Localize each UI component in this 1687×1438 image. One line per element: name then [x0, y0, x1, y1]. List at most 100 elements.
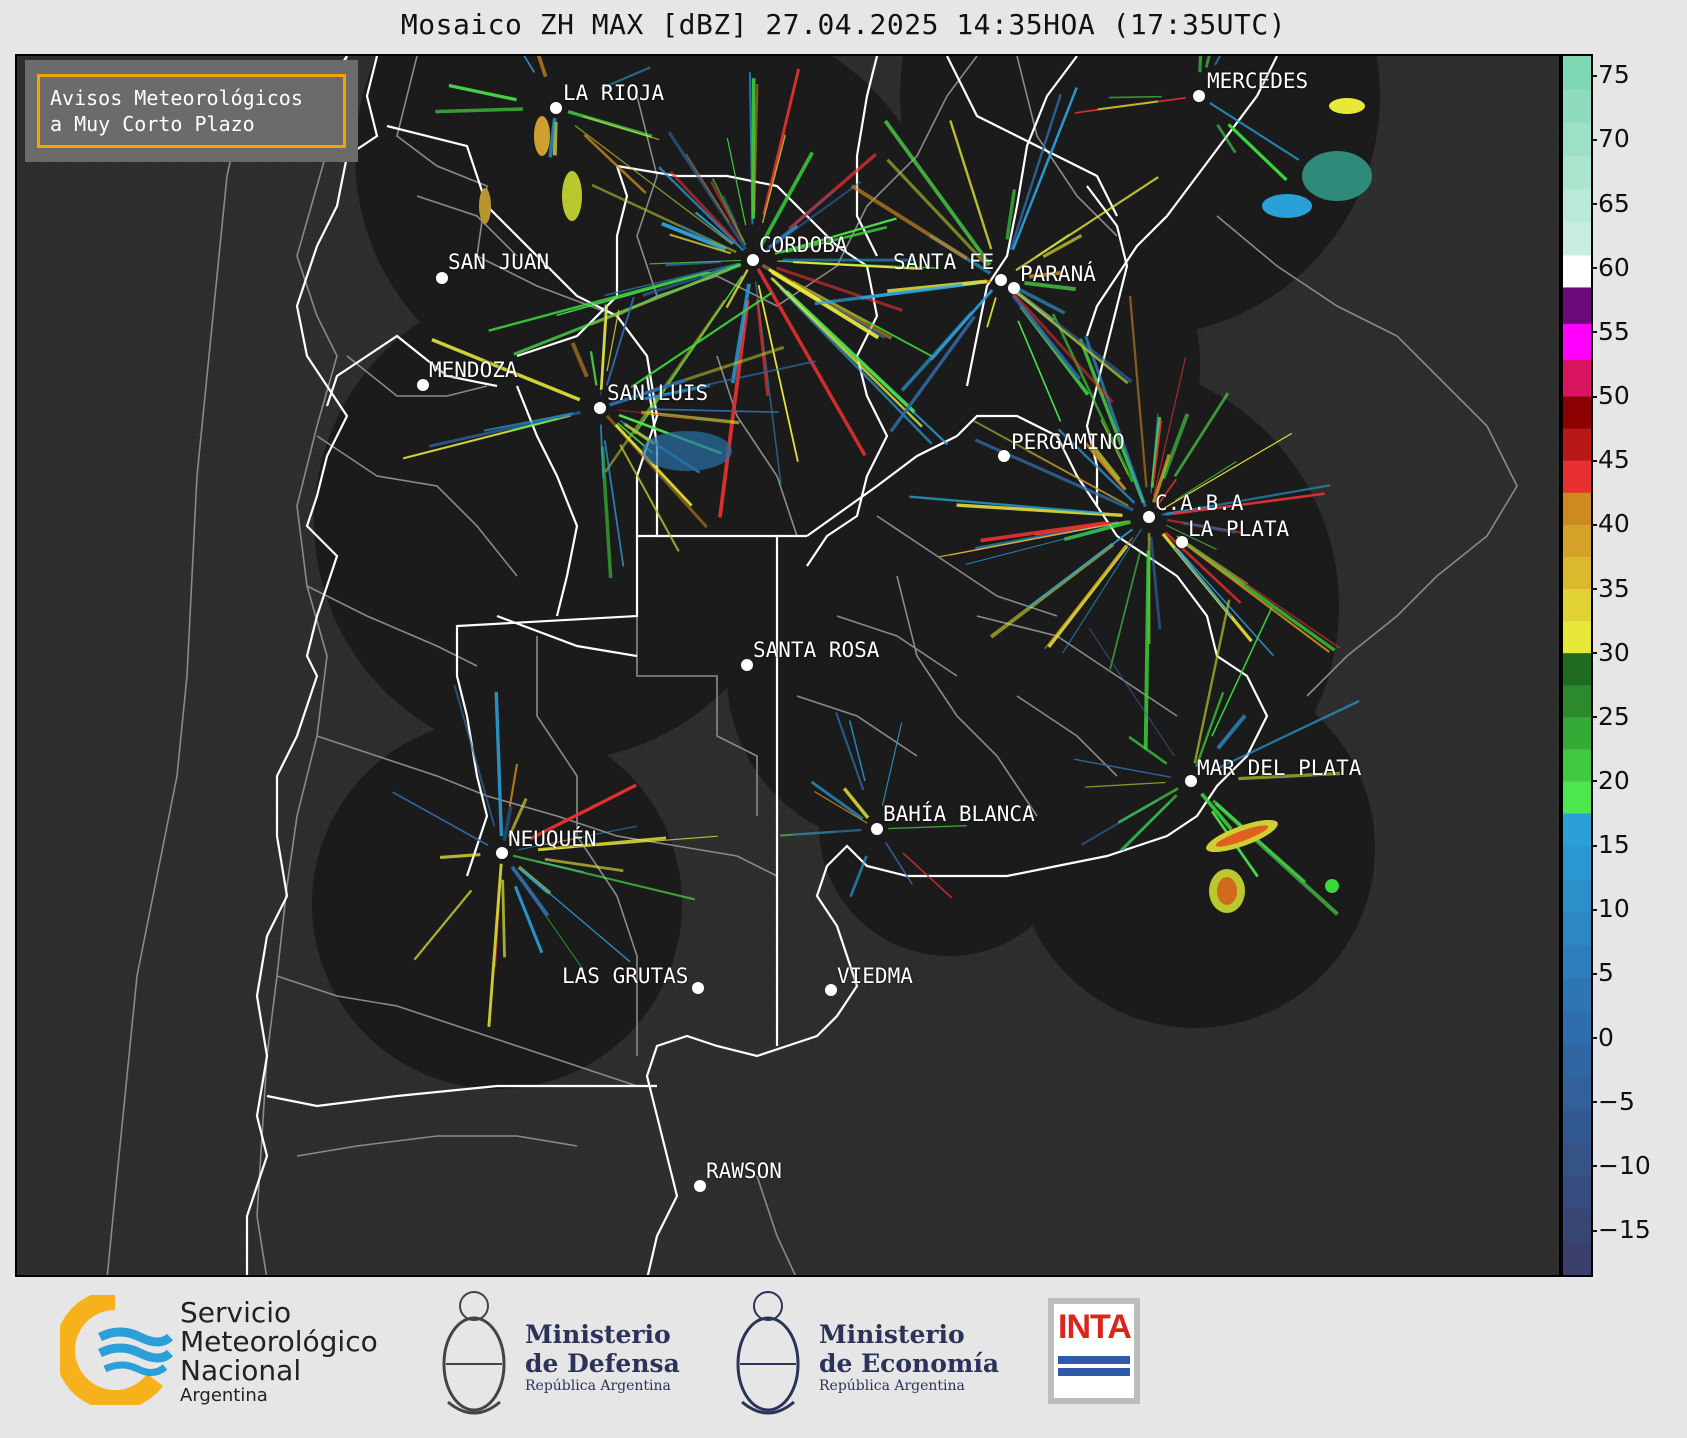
colorbar-tick-label: 30: [1591, 637, 1630, 667]
defensa-line-3: República Argentina: [525, 1378, 671, 1394]
colorbar-tick-label: 5: [1591, 958, 1614, 988]
colorbar-band-3-0: [1563, 460, 1591, 493]
colorbar-tick-label: 20: [1591, 765, 1630, 795]
colorbar-band-0-7: [1563, 1011, 1591, 1045]
colorbar-band-6-4: [1563, 89, 1591, 123]
city-label-la-plata: LA PLATA: [1188, 517, 1290, 541]
notice-frame: Avisos Meteorológicos a Muy Corto Plazo: [37, 74, 346, 148]
colorbar-band-6-0: [1563, 221, 1591, 256]
colorbar-tick-label: 75: [1591, 60, 1630, 90]
colorbar-band-0-10: [1563, 912, 1591, 946]
smn-logo-text: Servicio Meteorológico Nacional Argentin…: [180, 1298, 378, 1407]
city-label-neuquen: NEUQUÉN: [508, 827, 597, 851]
colorbar-tick-label: 15: [1591, 830, 1630, 860]
smn-logo-icon: [60, 1295, 174, 1405]
city-label-santa-rosa: SANTA ROSA: [753, 638, 880, 662]
logo-strip: Servicio Meteorológico Nacional Argentin…: [0, 1280, 1687, 1438]
colorbar-band-2-1: [1563, 588, 1591, 622]
colorbar-band-1-2: [1563, 716, 1591, 750]
colorbar-band-3-1: [1563, 428, 1591, 461]
colorbar-band-0-12: [1563, 846, 1591, 880]
radar-coverage-mar-del-plata: [1015, 668, 1375, 1028]
colorbar-band-5-1: [1563, 254, 1591, 272]
economia-line-2: de Economía: [819, 1349, 1000, 1378]
city-label-bahia-blanca: BAHÍA BLANCA: [883, 802, 1035, 826]
colorbar-band-0-11: [1563, 879, 1591, 913]
radar-map: Avisos Meteorológicos a Muy Corto Plazo …: [15, 54, 1561, 1277]
colorbar-band-6-2: [1563, 155, 1591, 190]
city-label-viedma: VIEDMA: [837, 964, 913, 988]
economia-line-3: República Argentina: [819, 1378, 965, 1394]
colorbar-band-0-5: [1563, 1077, 1591, 1111]
city-label-mar-del-plata: MAR DEL PLATA: [1197, 756, 1362, 780]
colorbar-tick-label: 10: [1591, 894, 1630, 924]
colorbar-band-0-4: [1563, 1110, 1591, 1144]
colorbar-band-0-2: [1563, 1176, 1591, 1210]
radar-ray: [1108, 95, 1163, 99]
defensa-emblem-icon: [442, 1291, 506, 1415]
smn-line-3: Nacional: [180, 1354, 302, 1387]
colorbar-band-6-5: [1563, 56, 1591, 90]
colorbar-tick-label: 40: [1591, 509, 1630, 539]
notice-box: Avisos Meteorológicos a Muy Corto Plazo: [25, 60, 358, 162]
colorbar-tick-label: 35: [1591, 573, 1630, 603]
city-label-la-rioja: LA RIOJA: [563, 81, 665, 105]
colorbar-band-1-4: [1563, 652, 1591, 686]
city-label-rawson: RAWSON: [706, 1159, 782, 1183]
economia-line-1: Ministerio: [819, 1320, 965, 1349]
colorbar-band-4-0: [1563, 359, 1591, 397]
city-label-santa-fe: SANTA FE: [893, 250, 995, 274]
colorbar-band-0-8: [1563, 978, 1591, 1012]
colorbar-band-6-3: [1563, 122, 1591, 156]
smn-line-4: Argentina: [180, 1385, 268, 1406]
colorbar-band-0-0: [1563, 1242, 1591, 1275]
city-label-mendoza: MENDOZA: [429, 358, 518, 382]
colorbar-band-2-2: [1563, 556, 1591, 590]
colorbar-band-1-3: [1563, 684, 1591, 718]
colorbar-tick-label: 0: [1591, 1022, 1614, 1052]
defensa-logo-text: Ministerio de Defensa República Argentin…: [525, 1320, 680, 1394]
colorbar-band-2-0: [1563, 620, 1591, 654]
colorbar-band-0-13: [1563, 813, 1591, 847]
colorbar-band-3-2: [1563, 396, 1591, 429]
colorbar-scale: [1563, 56, 1591, 1275]
colorbar-tick-label: 65: [1591, 188, 1630, 218]
smn-line-1: Servicio: [180, 1296, 292, 1329]
map-title: Mosaico ZH MAX [dBZ] 27.04.2025 14:35HOA…: [400, 8, 1287, 41]
radar-ray: [501, 879, 506, 958]
colorbar-band-1-1: [1563, 748, 1591, 782]
defensa-line-1: Ministerio: [525, 1320, 671, 1349]
colorbar-tick-label: 45: [1591, 445, 1630, 475]
inta-logo: INTA: [1048, 1298, 1140, 1404]
city-label-parana: PARANÁ: [1020, 262, 1096, 286]
colorbar-tick-label: −15: [1591, 1215, 1651, 1245]
notice-line-1: Avisos Meteorológicos: [50, 86, 303, 110]
city-label-san-juan: SAN JUAN: [448, 250, 550, 274]
colorbar-band-6-1: [1563, 188, 1591, 223]
economia-logo-text: Ministerio de Economía República Argenti…: [819, 1320, 999, 1394]
colorbar-band-2-3: [1563, 524, 1591, 557]
colorbar-tick-label: 25: [1591, 701, 1630, 731]
radar-coverage-san-luis: [314, 281, 794, 761]
colorbar-tick-label: 60: [1591, 252, 1630, 282]
colorbar-tick-label: −5: [1591, 1086, 1635, 1116]
colorbar-band-2-4: [1563, 492, 1591, 525]
colorbar-band-5-0: [1563, 270, 1591, 288]
colorbar-band-0-3: [1563, 1143, 1591, 1177]
colorbar-tick-label: −10: [1591, 1150, 1651, 1180]
colorbar-band-0-6: [1563, 1044, 1591, 1078]
inta-logo-text: INTA: [1058, 1308, 1132, 1346]
colorbar-tick-label: 55: [1591, 316, 1630, 346]
colorbar-band-4-1: [1563, 323, 1591, 361]
colorbar-band-0-1: [1563, 1209, 1591, 1243]
city-label-pergamino: PERGAMINO: [1011, 430, 1125, 454]
city-label-las-grutas: LAS GRUTAS: [562, 964, 689, 988]
colorbar-tick-label: 50: [1591, 381, 1630, 411]
economia-emblem-icon: [736, 1291, 800, 1415]
city-label-san-luis: SAN LUIS: [607, 381, 709, 405]
city-label-cordoba: CORDOBA: [759, 233, 848, 257]
city-label-mercedes: MERCEDES: [1207, 69, 1309, 93]
colorbar-band-1-0: [1563, 780, 1591, 814]
city-label-caba: C.A.B.A: [1155, 491, 1244, 515]
colorbar-band-0-9: [1563, 945, 1591, 979]
